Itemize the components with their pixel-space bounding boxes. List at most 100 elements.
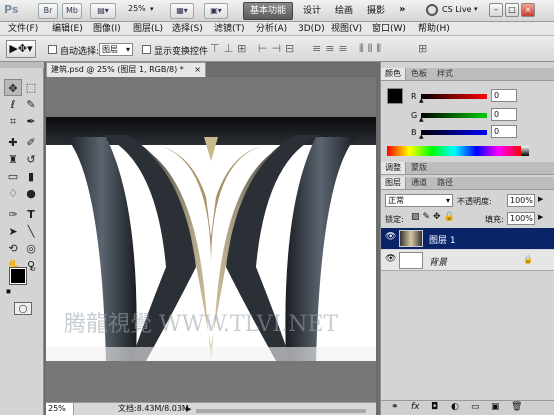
opacity-arrow-icon[interactable]: ▶ — [538, 195, 543, 203]
tab-styles[interactable]: 样式 — [433, 68, 457, 80]
color-fg-swatch[interactable] — [387, 88, 403, 104]
lasso-tool-icon[interactable]: ℓ — [4, 96, 22, 113]
menu-layer[interactable]: 图层(L) — [133, 22, 163, 36]
new-group-icon[interactable]: ▭ — [471, 402, 480, 412]
document-window[interactable]: 腾龍視覺 WWW.TLVI.NET — [46, 77, 376, 402]
more-workspaces-icon[interactable]: » — [399, 4, 405, 15]
auto-select-dropdown[interactable]: 图层 ▾ — [99, 43, 133, 56]
channel-r-thumb-icon[interactable]: ▲ — [419, 97, 424, 104]
menu-select[interactable]: 选择(S) — [172, 22, 203, 36]
3d-orbit-tool-icon[interactable]: ◎ — [22, 240, 40, 257]
adjustment-layer-icon[interactable]: ◐ — [451, 402, 459, 412]
color-spectrum-bar[interactable] — [387, 146, 521, 156]
cslive-label[interactable]: CS Live — [442, 5, 472, 14]
maximize-button[interactable]: □ — [505, 3, 519, 17]
auto-align-icon[interactable]: ⊞ — [418, 42, 427, 55]
minibridge-button[interactable]: Mb — [62, 3, 82, 19]
opacity-input[interactable]: 100% — [507, 194, 535, 207]
layer-row[interactable]: 👁 背景 🔒 — [381, 250, 554, 271]
channel-b-thumb-icon[interactable]: ▲ — [419, 133, 424, 140]
3d-rotate-tool-icon[interactable]: ⟲ — [4, 240, 22, 257]
channel-g-thumb-icon[interactable]: ▲ — [419, 116, 424, 123]
channel-g-input[interactable]: 0 — [491, 108, 517, 121]
dodge-tool-icon[interactable]: ● — [22, 185, 40, 202]
tab-color[interactable]: 颜色 — [381, 68, 406, 80]
menu-edit[interactable]: 编辑(E) — [52, 22, 83, 36]
align-buttons[interactable]: ⊤⊥⊞ ⊢⊣⊟ — [210, 42, 298, 55]
tab-swatches[interactable]: 色板 — [407, 68, 431, 80]
close-button[interactable]: × — [521, 3, 535, 17]
path-select-tool-icon[interactable]: ➤ — [4, 223, 22, 240]
new-layer-icon[interactable]: ▣ — [491, 402, 500, 412]
tool-preset-picker[interactable]: ▶✥▾ — [6, 40, 36, 58]
workspace-design[interactable]: 设计 — [296, 2, 328, 20]
status-zoom[interactable]: 25% — [46, 403, 74, 415]
link-layers-icon[interactable]: ⚭ — [391, 402, 399, 412]
screen-mode-button[interactable]: ▣▾ — [204, 3, 228, 19]
channel-b-input[interactable]: 0 — [491, 125, 517, 138]
black-white-ramp[interactable] — [521, 146, 529, 156]
default-colors-icon[interactable]: ◼ — [6, 288, 11, 295]
horizontal-scrollbar[interactable] — [196, 409, 366, 413]
view-extras-button[interactable]: ▤▾ — [90, 3, 116, 19]
add-mask-icon[interactable]: ◘ — [431, 402, 438, 412]
tab-channels[interactable]: 通道 — [407, 177, 431, 189]
menu-filter[interactable]: 滤镜(T) — [214, 22, 245, 36]
quick-select-tool-icon[interactable]: ✎ — [22, 96, 40, 113]
crop-tool-icon[interactable]: ⌗ — [4, 113, 22, 130]
close-document-icon[interactable]: × — [194, 63, 201, 76]
blend-mode-dropdown[interactable]: 正常 ▾ — [385, 194, 453, 207]
move-tool-icon[interactable]: ✥ — [4, 79, 22, 96]
minimize-button[interactable]: – — [489, 3, 503, 17]
auto-select-checkbox[interactable] — [48, 45, 57, 54]
arrange-documents-button[interactable]: ▦▾ — [170, 3, 194, 19]
tab-paths[interactable]: 路径 — [433, 177, 457, 189]
eye-icon[interactable]: 👁 — [385, 254, 396, 264]
healing-tool-icon[interactable]: ✚ — [4, 134, 22, 151]
delete-layer-icon[interactable]: 🗑 — [511, 402, 522, 412]
distribute-buttons[interactable]: ≡≡≡ ⫴⫴⫴ — [312, 42, 385, 56]
workspace-essentials[interactable]: 基本功能 — [243, 2, 294, 20]
foreground-color-swatch[interactable] — [9, 267, 27, 285]
fill-input[interactable]: 100% — [507, 212, 535, 225]
layer-row[interactable]: 👁 图层 1 — [381, 228, 554, 249]
history-brush-tool-icon[interactable]: ↺ — [22, 151, 40, 168]
eye-icon[interactable]: 👁 — [385, 232, 396, 242]
menu-file[interactable]: 文件(F) — [8, 22, 38, 36]
fill-arrow-icon[interactable]: ▶ — [538, 213, 543, 221]
fx-icon[interactable]: fx — [411, 402, 420, 412]
eyedropper-tool-icon[interactable]: ✒ — [22, 113, 40, 130]
tab-masks[interactable]: 蒙版 — [407, 162, 431, 174]
show-transform-checkbox[interactable] — [142, 45, 151, 54]
status-arrow-icon[interactable]: ▶ — [186, 403, 191, 415]
pen-tool-icon[interactable]: ✑ — [4, 206, 22, 223]
document-tab[interactable]: 建筑.psd @ 25% (图层 1, RGB/8) * × — [46, 62, 206, 77]
blur-tool-icon[interactable]: ♢ — [4, 185, 22, 202]
menu-analysis[interactable]: 分析(A) — [256, 22, 287, 36]
channel-r-slider[interactable] — [421, 94, 487, 99]
workspace-photography[interactable]: 摄影 — [360, 2, 392, 20]
type-tool-icon[interactable]: T — [22, 206, 40, 223]
marquee-tool-icon[interactable]: ⬚ — [22, 79, 40, 96]
stamp-tool-icon[interactable]: ♜ — [4, 151, 22, 168]
lock-icons[interactable]: ▨✎✥🔒 — [411, 212, 458, 222]
eraser-tool-icon[interactable]: ▭ — [4, 168, 22, 185]
swap-colors-icon[interactable]: ↻ — [30, 265, 36, 273]
tab-layers[interactable]: 图层 — [381, 177, 406, 189]
gradient-tool-icon[interactable]: ▮ — [22, 168, 40, 185]
menu-image[interactable]: 图像(I) — [93, 22, 121, 36]
channel-g-slider[interactable] — [421, 113, 487, 118]
quick-mask-icon[interactable]: ◯ — [14, 302, 32, 315]
channel-r-input[interactable]: 0 — [491, 89, 517, 102]
bridge-button[interactable]: Br — [38, 3, 58, 19]
workspace-painting[interactable]: 绘画 — [328, 2, 360, 20]
zoom-chevron-icon[interactable]: ▾ — [150, 5, 154, 13]
zoom-level[interactable]: 25% — [128, 4, 146, 18]
menu-3d[interactable]: 3D(D) — [298, 22, 325, 36]
menu-view[interactable]: 视图(V) — [331, 22, 362, 36]
cslive-chevron-icon[interactable]: ▾ — [474, 5, 478, 13]
tab-adjustments[interactable]: 调整 — [381, 162, 406, 174]
brush-tool-icon[interactable]: ✐ — [22, 134, 40, 151]
menu-help[interactable]: 帮助(H) — [418, 22, 450, 36]
canvas[interactable]: 腾龍視覺 WWW.TLVI.NET — [46, 117, 376, 361]
